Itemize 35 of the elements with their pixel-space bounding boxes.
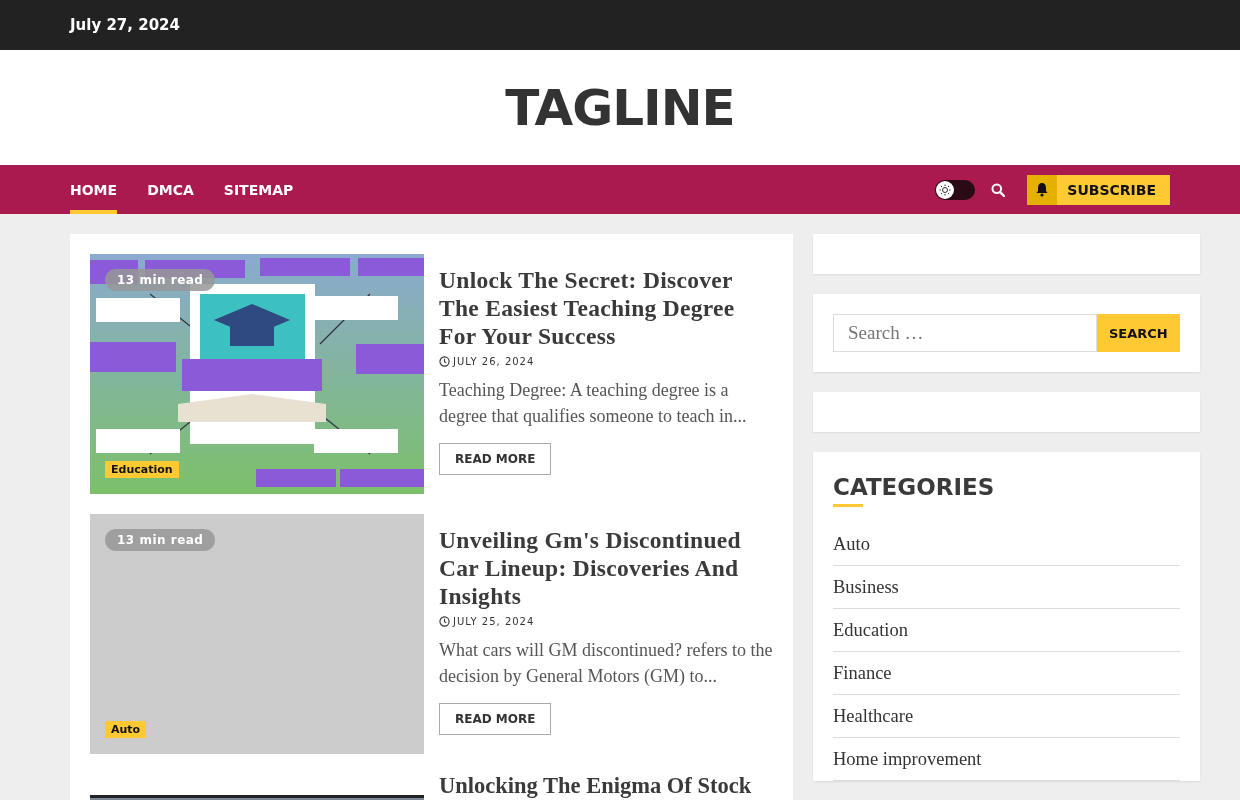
widget-title: CATEGORIES [833,473,996,500]
search-button[interactable]: SEARCH [1097,314,1180,352]
post-title[interactable]: Unlocking The Enigma Of Stock [439,774,773,798]
top-bar-date: July 27, 2024 [70,16,180,34]
dark-mode-toggle[interactable] [935,179,976,200]
clock-icon [439,616,450,627]
nav-tab[interactable]: HOME [70,165,118,214]
read-time-badge: 13 min read [105,269,216,291]
category-link[interactable]: Auto [833,523,1180,566]
post-excerpt: Teaching Degree: A teaching degree is a degree that qualifies someone to teach in... [439,379,748,428]
post-title[interactable]: Unlock The Secret: Discover The Easiest Teaching Degree For Your Success [439,266,773,350]
nav-tab[interactable]: DMCA [147,165,194,214]
category-link[interactable]: Education [833,609,1180,652]
search-field[interactable]: Search … [833,314,1097,352]
post-date: JULY 26, 2024 [453,356,535,367]
bell-icon [1035,182,1050,197]
clock-icon [439,356,450,367]
category-tag[interactable]: Education [105,461,179,478]
category-link[interactable]: Business [833,566,1180,609]
category-link[interactable]: Home improvement [833,738,1180,781]
subscribe-button[interactable]: SUBSCRIBE [1027,174,1170,205]
category-link[interactable]: Finance [833,652,1180,695]
post-excerpt: What cars will GM discontinued? refers to the decision by General Motors (GM) to... [439,639,773,688]
post-title[interactable]: Unveiling Gm's Discontinued Car Lineup: Discoveries And Insights [439,526,773,610]
nav-tab[interactable]: SITEMAP [223,165,294,214]
site-title[interactable]: TAGLINE [505,78,735,137]
sun-icon [939,183,952,196]
title-underline [833,504,863,507]
search-icon[interactable] [991,182,1006,197]
read-more-button[interactable]: READ MORE [439,443,552,475]
read-more-button[interactable]: READ MORE [439,703,552,735]
read-time-badge: 13 min read [105,529,216,551]
post-date: JULY 25, 2024 [453,616,535,627]
category-link[interactable]: Healthcare [833,695,1180,738]
category-tag[interactable]: Auto [105,721,147,738]
